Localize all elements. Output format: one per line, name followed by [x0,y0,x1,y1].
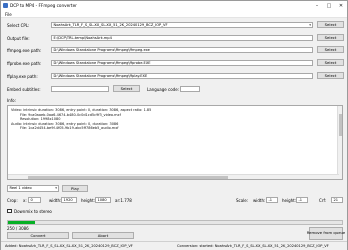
cpl-select[interactable]: NoahsArk_TLR_F_S_SL-XX_SL-XX_51_2K_20240… [51,22,313,28]
scale-width-field[interactable]: -1 [266,197,278,203]
progress-fill [8,221,36,224]
crop-x-label: x: [23,198,27,203]
minimize-button[interactable]: – [311,1,323,10]
abort-button[interactable]: Abort [72,232,134,239]
main-window: DCP to MP4 - FFmpeg converter – □ ✕ File… [0,0,348,250]
chevron-down-icon: ▾ [55,186,57,190]
output-file-field[interactable]: E:\DCP\TRL-temp\NoahsArk.mp4 [51,35,313,41]
crop-height-label: height: [81,198,96,203]
menu-bar: File [1,10,347,18]
ffmpeg-path-label: ffmpeg.exe path: [7,48,42,53]
language-code-label: Language code: [147,87,180,92]
info-line: Resolution: 1998x1080 [20,117,61,121]
status-left: Added: NoahsArk_TLR_F_S_SL-XX_SL-XX_51_2… [5,244,133,248]
remove-from-queue-button[interactable]: Remove from queue [307,227,345,240]
select-output-button[interactable]: Select [317,34,344,41]
scale-height-field[interactable]: -1 [296,197,308,203]
select-cpl-label: Select CPL: [7,23,30,28]
select-cpl-button[interactable]: Select [317,21,344,28]
close-button[interactable]: ✕ [335,1,347,10]
progress-bar [7,220,343,225]
scale-label: Scale: [236,198,249,203]
scale-height-label: height: [282,198,297,203]
select-ffmpeg-button[interactable]: Select [317,46,344,53]
language-code-field[interactable] [180,86,200,92]
crf-field[interactable]: 21 [331,197,343,203]
status-bar: Added: NoahsArk_TLR_F_S_SL-XX_SL-XX_51_2… [1,241,347,250]
info-line: File: 9ca0aaeb-0aa6-4674-b480-0c0d1cd5c9… [20,112,121,117]
app-icon [3,3,8,8]
crf-label: Crf: [319,198,327,203]
crop-x-field[interactable]: 0 [28,197,41,203]
output-file-label: Output file: [7,36,30,41]
embed-subtitles-label: Embed subtitles: [7,87,41,92]
play-button[interactable]: Play [62,184,88,192]
info-horizontal-scrollbar[interactable] [8,174,339,179]
window-title: DCP to MP4 - FFmpeg converter [10,3,77,8]
downmix-checkbox[interactable] [7,208,12,213]
menu-file[interactable]: File [5,12,12,17]
ffmpeg-path-field[interactable]: D:\Windows Standalone Programs\ffmpeg\ff… [51,47,313,53]
crop-height-field[interactable]: 1080 [95,197,111,203]
reel-select[interactable]: Reel 1 video ▾ [7,185,59,192]
ffprobe-path-field[interactable]: D:\Windows Standalone Programs\ffmpeg\ff… [51,60,313,66]
downmix-label: Downmix to stereo [14,208,52,214]
ffplay-path-label: ffplay.exe path: [7,74,38,79]
info-textbox[interactable]: Video: intrinsic duration: 3086, entry p… [7,105,343,180]
title-bar[interactable]: DCP to MP4 - FFmpeg converter – □ ✕ [1,1,347,10]
info-line: Video: intrinsic duration: 3086, entry p… [11,108,152,112]
scale-width-label: width: [253,198,266,203]
maximize-button[interactable]: □ [323,1,335,10]
status-right: Conversion: started: NoahsArk_TLR_F_S_SL… [177,244,329,248]
progress-text: 250 / 3086 [7,226,29,231]
info-line: Audio: intrinsic duration: 3086, entry p… [11,121,119,126]
reel-select-value: Reel 1 video [9,186,32,190]
select-ffplay-button[interactable]: Select [317,72,344,79]
ffprobe-path-label: ffprobe.exe path: [7,61,42,66]
chevron-down-icon: ▾ [309,23,311,27]
ffplay-path-field[interactable]: D:\Windows Standalone Programs\ffmpeg\ff… [51,73,313,79]
convert-button[interactable]: Convert [7,232,69,239]
crop-label: Crop: [7,198,18,203]
aspect-ratio-label: ar:1.778 [115,198,132,203]
info-line: File: 1ca2d454-be9f-4f05-9b19-abc5ff786e… [20,126,119,130]
select-subtitles-button[interactable]: Select [113,85,140,92]
select-ffprobe-button[interactable]: Select [317,59,344,66]
crop-width-field[interactable]: 1920 [61,197,77,203]
info-label: Info: [7,98,16,103]
cpl-select-value: NoahsArk_TLR_F_S_SL-XX_SL-XX_51_2K_20240… [53,23,168,27]
info-vertical-scrollbar[interactable] [337,106,342,179]
subtitles-field[interactable] [51,86,109,92]
crop-width-label: width: [49,198,62,203]
